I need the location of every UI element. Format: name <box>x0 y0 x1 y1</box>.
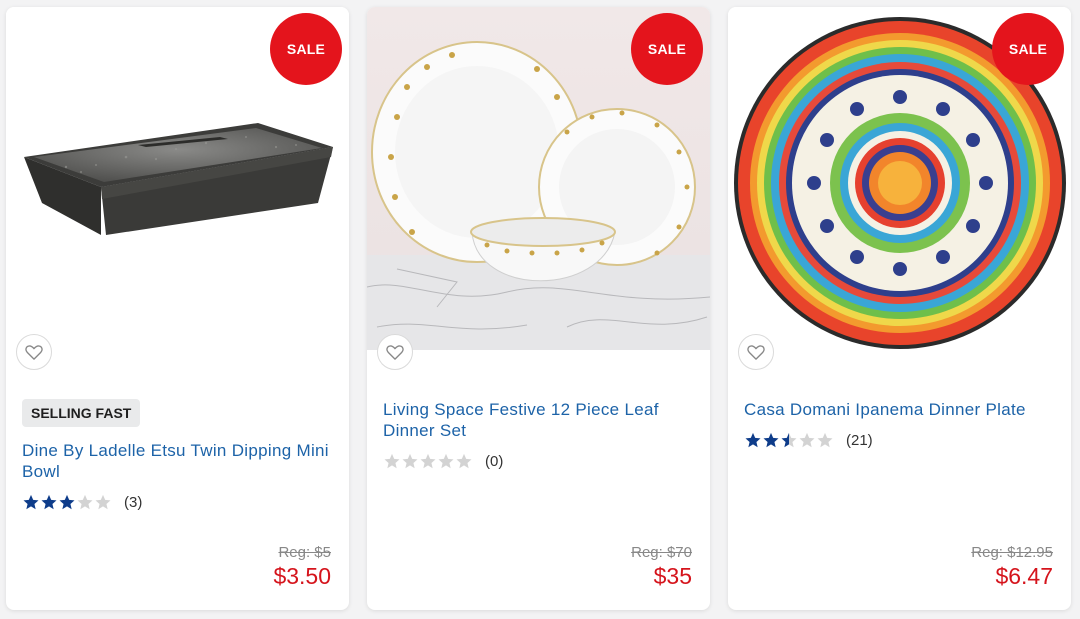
product-title-link[interactable]: Casa Domani Ipanema Dinner Plate <box>744 399 1055 420</box>
heart-outline-icon <box>747 345 765 360</box>
star-icon <box>41 494 57 510</box>
star-icon <box>95 494 111 510</box>
product-card[interactable]: SALE SELLING FAST Dine By Ladelle Etsu T… <box>6 7 349 610</box>
price-block: Reg: $5 $3.50 <box>273 544 331 590</box>
product-card[interactable]: SALE Casa Domani Ipanema Dinner Plate (2… <box>728 7 1071 610</box>
sale-price: $3.50 <box>273 563 331 589</box>
star-icon <box>420 453 436 469</box>
product-rating: (3) <box>22 492 333 512</box>
star-icon <box>456 453 472 469</box>
selling-fast-flag: SELLING FAST <box>22 399 141 427</box>
star-icon <box>745 432 761 448</box>
price-block: Reg: $12.95 $6.47 <box>971 544 1053 590</box>
star-rating <box>744 431 834 449</box>
star-icon <box>438 453 454 469</box>
product-card[interactable]: SALE Living Space Festive 12 Piece Leaf … <box>367 7 710 610</box>
sale-price: $6.47 <box>995 563 1053 589</box>
heart-outline-icon <box>25 345 43 360</box>
star-icon <box>799 432 815 448</box>
star-icon <box>384 453 400 469</box>
review-count: (0) <box>485 452 504 470</box>
sale-badge: SALE <box>631 13 703 85</box>
star-icon <box>23 494 39 510</box>
favorite-button[interactable] <box>16 334 52 370</box>
price-block: Reg: $70 $35 <box>631 544 692 590</box>
sale-price: $35 <box>653 563 692 589</box>
star-icon <box>59 494 75 510</box>
star-icon <box>817 432 833 448</box>
regular-price: Reg: $12.95 <box>971 544 1053 561</box>
star-icon <box>781 432 797 448</box>
regular-price: Reg: $5 <box>278 544 331 561</box>
product-title-link[interactable]: Dine By Ladelle Etsu Twin Dipping Mini B… <box>22 440 333 482</box>
regular-price: Reg: $70 <box>631 544 692 561</box>
product-title-link[interactable]: Living Space Festive 12 Piece Leaf Dinne… <box>383 399 694 441</box>
sale-badge: SALE <box>992 13 1064 85</box>
star-rating <box>22 493 112 511</box>
product-rating: (21) <box>744 430 1055 450</box>
review-count: (21) <box>846 431 873 449</box>
review-count: (3) <box>124 493 143 511</box>
star-rating <box>383 452 473 470</box>
star-icon <box>77 494 93 510</box>
heart-outline-icon <box>386 345 404 360</box>
star-icon <box>402 453 418 469</box>
favorite-button[interactable] <box>377 334 413 370</box>
product-rating: (0) <box>383 451 694 471</box>
sale-badge: SALE <box>270 13 342 85</box>
favorite-button[interactable] <box>738 334 774 370</box>
star-icon <box>763 432 779 448</box>
